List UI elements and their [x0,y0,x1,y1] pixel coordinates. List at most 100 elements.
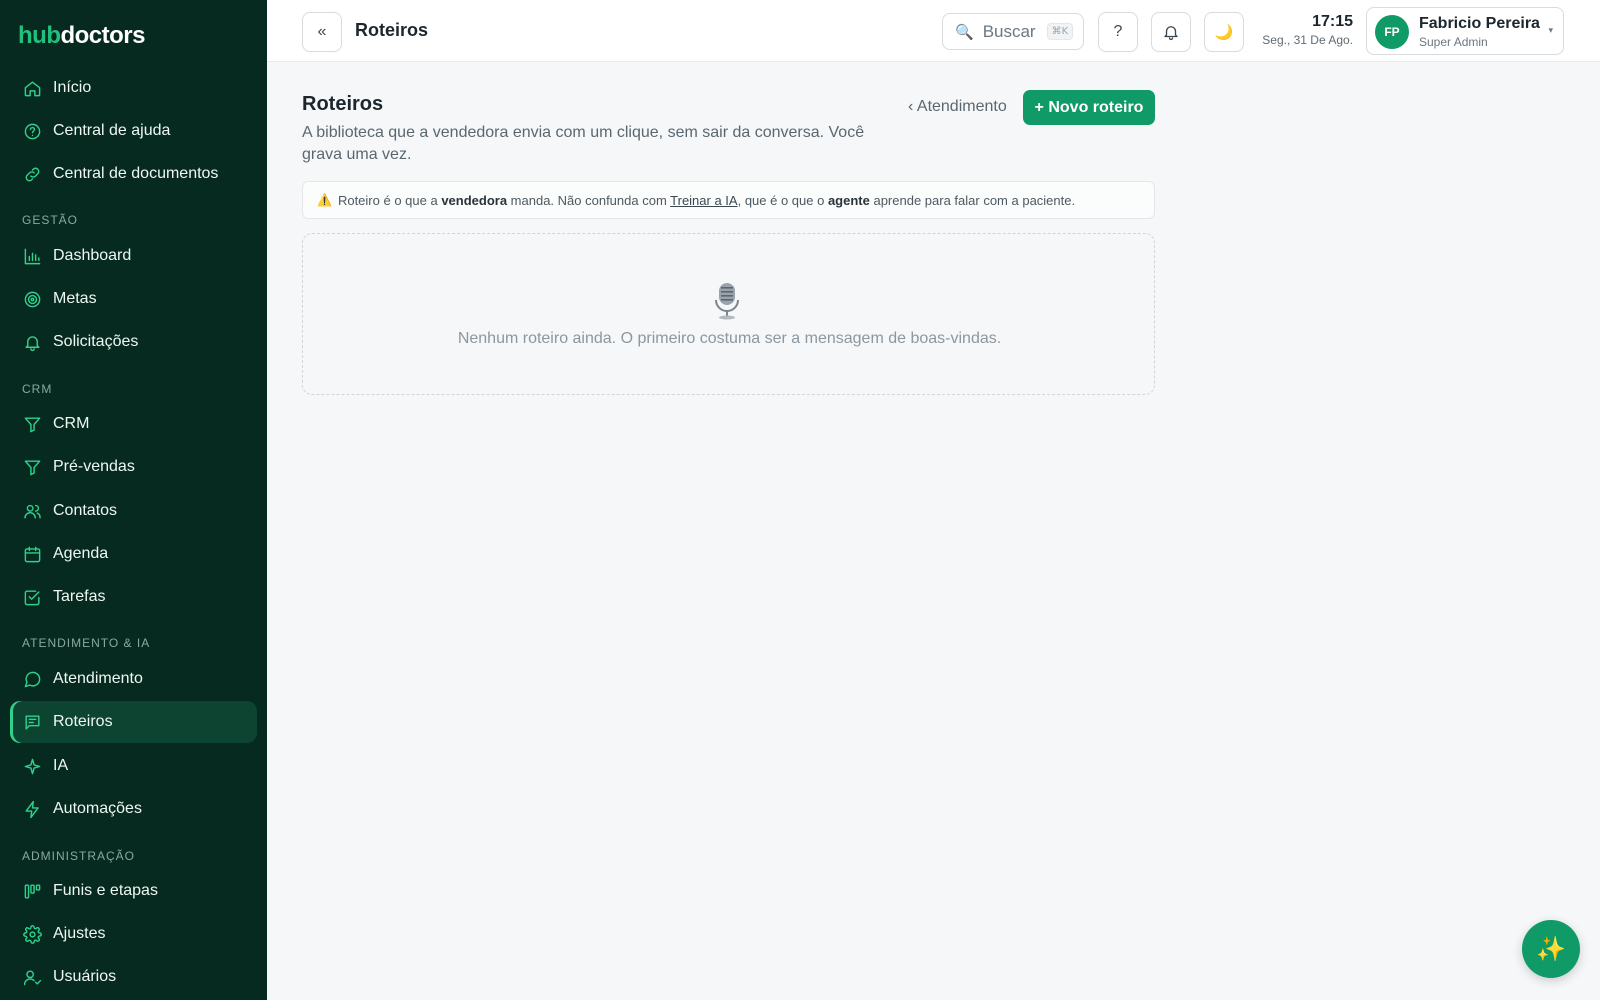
sidebar-item-label: Central de documentos [53,165,219,182]
user-menu[interactable]: FP Fabricio Pereira Super Admin ▾ [1366,7,1564,55]
notice-text-part: manda. Não confunda com [507,192,671,208]
sidebar-item-agenda[interactable]: Agenda [10,533,257,575]
sidebar-item-automacoes[interactable]: Automações [10,788,257,830]
collapse-sidebar-button[interactable]: « [302,12,342,52]
sidebar-item-label: Funis e etapas [53,882,158,899]
funnel-icon [22,414,42,434]
kanban-icon [22,881,42,901]
search-button[interactable]: 🔍 Buscar ⌘K [942,13,1084,50]
sidebar-item-label: Metas [53,290,97,307]
notice-bold-vendedora: vendedora [441,192,508,208]
empty-state: Nenhum roteiro ainda. O primeiro costuma… [302,233,1155,395]
sidebar-item-label: Pré-vendas [53,458,135,475]
sidebar-item-label: Automações [53,800,142,817]
sidebar-item-label: Início [53,79,92,96]
avatar: FP [1375,15,1409,49]
sidebar-item-crm[interactable]: CRM [10,403,257,445]
section-title-crm: CRM [22,382,53,396]
notifications-button[interactable] [1151,12,1191,52]
sidebar-item-funis-e-etapas[interactable]: Funis e etapas [10,870,257,912]
notice-bold-agente: agente [827,192,870,208]
brand-logo[interactable]: hubdoctors [18,22,145,50]
message-lines-icon [22,712,42,732]
warning-icon: ⚠️ [317,193,332,207]
sidebar-item-dashboard[interactable]: Dashboard [10,235,257,277]
link-icon [22,164,42,184]
gear-icon [22,924,42,944]
notice-text-part: , que é o que o [737,192,828,208]
sidebar-item-label: Solicitações [53,333,139,350]
ai-assistant-button[interactable]: ✨ [1522,920,1580,978]
microphone-icon [715,283,739,320]
moon-icon: 🌙 [1214,24,1234,41]
sidebar-item-metas[interactable]: Metas [10,278,257,320]
funnel-icon [22,457,42,477]
back-to-atendimento-link[interactable]: ‹ Atendimento [908,98,1007,116]
bell-icon [22,332,42,352]
users-icon [22,501,42,521]
home-icon [22,78,42,98]
sidebar-item-label: IA [53,757,69,774]
sidebar-item-label: Contatos [53,502,118,519]
target-icon [22,289,42,309]
sidebar-item-usuarios[interactable]: Usuários [10,956,257,998]
checkbox-icon [22,587,42,607]
sidebar-item-atendimento[interactable]: Atendimento [10,658,257,700]
clock-time: 17:15 [1312,13,1353,30]
clock-date: Seg., 31 De Ago. [1262,33,1353,47]
bolt-icon [22,799,42,819]
clock: 17:15 Seg., 31 De Ago. [1257,13,1353,47]
sidebar-item-label: Ajustes [53,925,106,942]
brand-part-doctors: doctors [60,22,145,49]
sidebar-item-label: Central de ajuda [53,122,171,139]
sidebar-item-central-de-ajuda[interactable]: Central de ajuda [10,110,257,152]
user-role: Super Admin [1419,35,1488,49]
sidebar-item-label: Tarefas [53,588,106,605]
sidebar-item-central-de-documentos[interactable]: Central de documentos [10,153,257,195]
notice-text: Roteiro é o que a vendedora manda. Não c… [338,193,1075,208]
search-label: Buscar [982,21,1036,41]
info-notice: ⚠️ Roteiro é o que a vendedora manda. Nã… [302,181,1155,219]
bell-icon [1162,23,1180,41]
help-button[interactable]: ? [1098,12,1138,52]
sidebar-item-roteiros[interactable]: Roteiros [10,701,257,743]
caret-down-icon: ▾ [1548,25,1553,35]
sparkle-icon [22,756,42,776]
sidebar-item-label: Usuários [53,968,117,985]
sidebar-item-label: CRM [53,415,90,432]
sidebar-item-pre-vendas[interactable]: Pré-vendas [10,446,257,488]
sparkles-icon: ✨ [1536,935,1566,963]
empty-state-text: Nenhum roteiro ainda. O primeiro costuma… [457,330,1002,347]
page-title: Roteiros [302,93,384,115]
sidebar-item-inicio[interactable]: Início [10,67,257,109]
section-title-atendimento-ia: ATENDIMENTO & IA [22,636,151,650]
sidebar: hubdoctors Início Central de ajuda Centr… [0,0,267,1000]
double-chevron-left-icon: « [317,23,327,40]
sidebar-item-label: Atendimento [53,670,143,687]
user-check-icon [22,967,42,987]
page-description: A biblioteca que a vendedora envia com u… [302,124,865,163]
question-mark-icon: ? [1113,23,1123,40]
notice-text-part: Roteiro é o que a [337,192,442,208]
section-title-gestao: GESTÃO [22,213,79,227]
brand-part-hub: hub [18,22,61,49]
search-shortcut-badge: ⌘K [1046,23,1074,40]
sidebar-item-ajustes[interactable]: Ajustes [10,913,257,955]
page-header-title: Roteiros [355,20,429,40]
new-roteiro-button[interactable]: + Novo roteiro [1023,90,1155,125]
sidebar-item-solicitacoes[interactable]: Solicitações [10,321,257,363]
sidebar-item-label: Agenda [53,545,109,562]
sidebar-item-tarefas[interactable]: Tarefas [10,576,257,618]
help-circle-icon [22,121,42,141]
sidebar-item-contatos[interactable]: Contatos [10,490,257,532]
notice-text-part: aprende para falar com a paciente. [869,192,1076,208]
sidebar-item-ia[interactable]: IA [10,745,257,787]
sidebar-item-label: Dashboard [53,247,132,264]
topbar: « Roteiros 🔍 Buscar ⌘K ? 🌙 17:15 Seg., 3… [267,0,1600,62]
sidebar-item-label: Roteiros [53,713,113,730]
search-icon: 🔍 [955,23,974,41]
section-title-administracao: ADMINISTRAÇÃO [22,849,136,863]
chat-bubble-icon [22,669,42,689]
treinar-ia-link[interactable]: Treinar a IA [670,193,737,208]
theme-toggle-button[interactable]: 🌙 [1204,12,1244,52]
